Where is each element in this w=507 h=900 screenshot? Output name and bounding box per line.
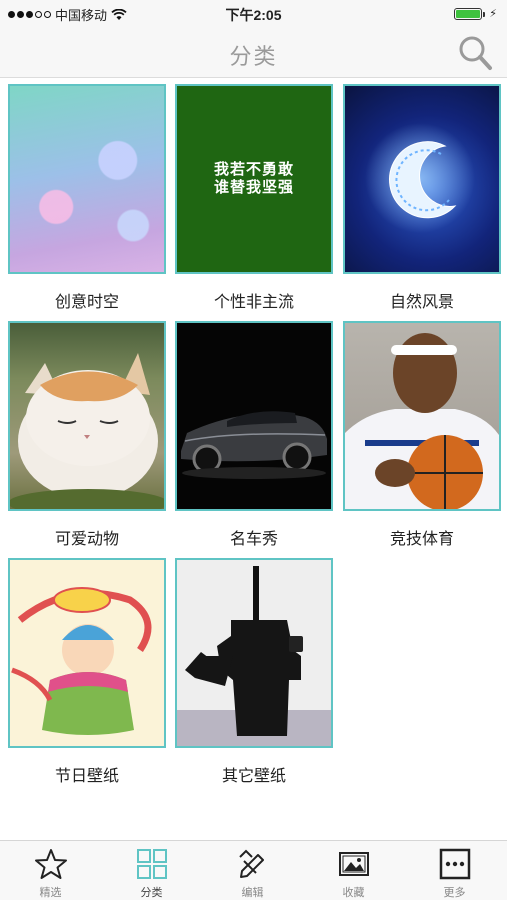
tab-favorites[interactable]: 收藏	[303, 841, 404, 900]
car-image	[181, 411, 327, 479]
cat-image	[10, 353, 164, 509]
category-label: 创意时空	[54, 294, 119, 311]
tab-categories[interactable]: 分类	[101, 841, 202, 900]
category-item-scenery[interactable]: 自然风景	[343, 84, 501, 311]
category-thumbnail[interactable]	[343, 84, 501, 274]
star-icon	[35, 849, 67, 879]
category-label: 名车秀	[229, 531, 278, 548]
category-thumbnail[interactable]	[343, 321, 501, 511]
more-icon	[439, 848, 471, 880]
navigation-bar: 分类	[0, 28, 507, 78]
tab-edit[interactable]: 编辑	[202, 841, 303, 900]
category-thumbnail[interactable]	[175, 321, 333, 511]
page-title: 分类	[229, 44, 278, 69]
category-item-other[interactable]: 其它壁纸	[175, 558, 333, 785]
category-item-creative[interactable]: 创意时空	[8, 84, 166, 311]
category-item-personality[interactable]: 我若不勇敢 谁替我坚强 个性非主流	[175, 84, 333, 311]
tab-label: 编辑	[241, 887, 264, 899]
category-item-animals[interactable]: 可爱动物	[8, 321, 166, 548]
rifle-image	[177, 566, 331, 746]
tab-label: 分类	[140, 887, 163, 899]
festival-image	[11, 587, 152, 735]
charging-icon: ⚡	[489, 8, 497, 20]
image-icon	[339, 852, 369, 876]
category-thumbnail[interactable]	[8, 558, 166, 748]
category-label: 节日壁纸	[54, 768, 119, 785]
tab-label: 更多	[443, 887, 466, 899]
category-label: 可爱动物	[54, 531, 119, 548]
athlete-image	[345, 333, 499, 509]
category-item-cars[interactable]: 名车秀	[175, 321, 333, 548]
search-icon[interactable]	[457, 34, 493, 72]
category-thumbnail[interactable]: 我若不勇敢 谁替我坚强	[175, 84, 333, 274]
category-item-sports[interactable]: 竞技体育	[343, 321, 501, 548]
edit-icon	[239, 849, 264, 878]
tab-featured[interactable]: 精选	[0, 841, 101, 900]
category-thumbnail[interactable]	[8, 84, 166, 274]
status-time: 下午2:05	[225, 7, 282, 23]
thumbnail-caption: 我若不勇敢 谁替我坚强	[213, 161, 294, 196]
tab-label: 收藏	[342, 887, 365, 899]
category-label: 竞技体育	[389, 531, 454, 548]
status-bar: 中国移动 下午2:05 ⚡	[0, 0, 507, 28]
category-thumbnail[interactable]	[8, 321, 166, 511]
battery-level	[456, 9, 481, 18]
moon-icon	[365, 123, 475, 233]
category-item-festival[interactable]: 节日壁纸	[8, 558, 166, 785]
category-thumbnail[interactable]	[175, 558, 333, 748]
tab-bar: 精选 分类 编辑 收藏 更多	[0, 840, 507, 900]
category-label: 自然风景	[389, 294, 454, 311]
grid-icon	[137, 849, 167, 879]
battery-icon: ⚡	[454, 7, 497, 20]
tab-more[interactable]: 更多	[404, 841, 505, 900]
category-label: 个性非主流	[213, 294, 294, 311]
tab-label: 精选	[39, 887, 62, 899]
category-label: 其它壁纸	[221, 768, 286, 785]
